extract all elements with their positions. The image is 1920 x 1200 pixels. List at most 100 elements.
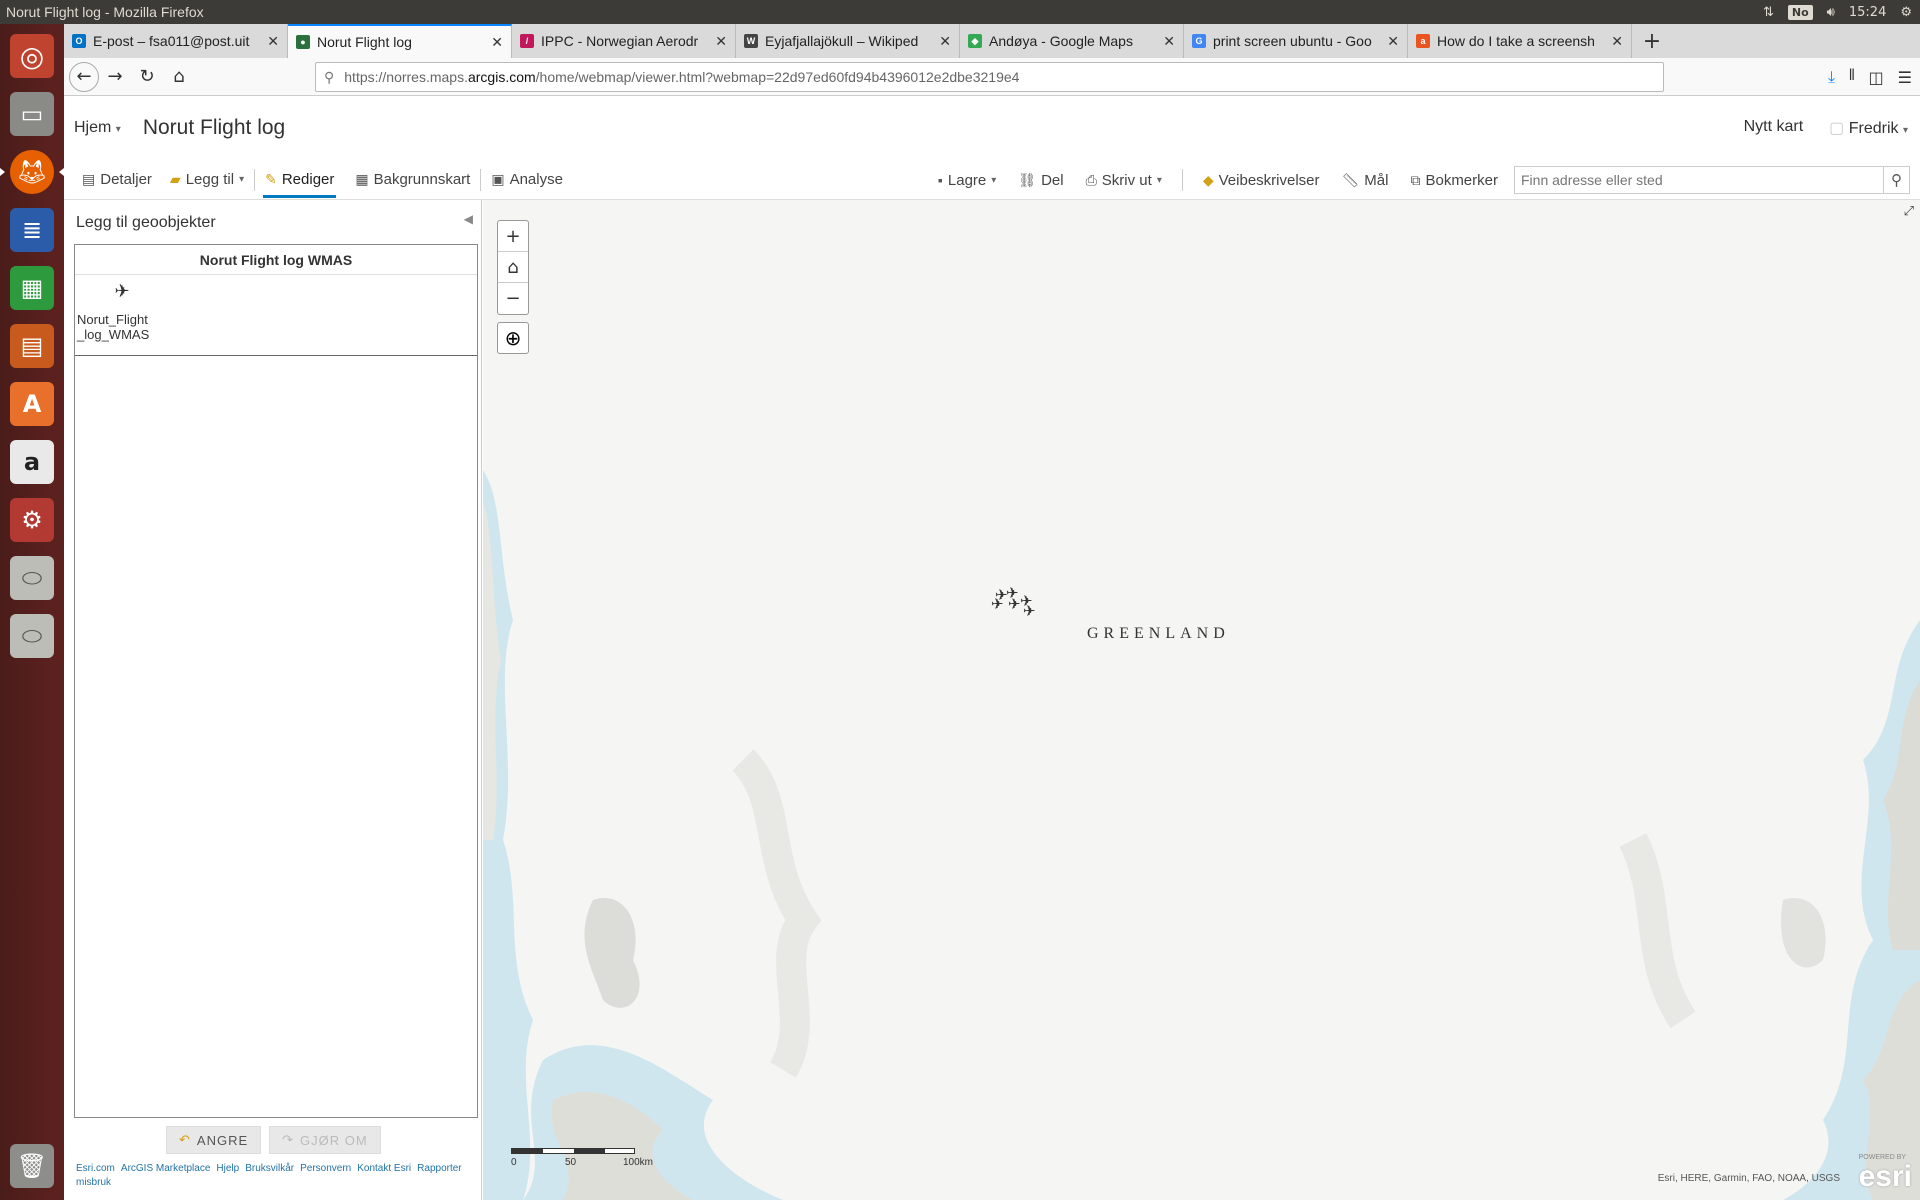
- close-tab-icon[interactable]: ✕: [1611, 33, 1623, 50]
- launcher-dash[interactable]: ◎: [6, 32, 58, 80]
- measure-button[interactable]: 📏︎ Mål: [1336, 160, 1395, 200]
- locate-button[interactable]: ⊕: [497, 322, 529, 354]
- tab-0[interactable]: O E-post – fsa011@post.uit ✕: [64, 24, 288, 58]
- askubuntu-icon: a: [1416, 34, 1430, 48]
- tab-label: Andøya - Google Maps: [989, 33, 1133, 49]
- launcher-firefox[interactable]: 🦊︎: [0, 148, 64, 196]
- expand-icon[interactable]: ⤢: [1904, 204, 1914, 219]
- keyboard-layout-indicator[interactable]: No: [1787, 4, 1813, 20]
- save-button[interactable]: ▪ Lagre ▾: [932, 160, 1002, 200]
- tab-5[interactable]: Gprint screen ubuntu - Goo ✕: [1184, 24, 1408, 58]
- footer-link[interactable]: Bruksvilkår: [245, 1163, 294, 1174]
- launcher-amazon[interactable]: a: [6, 438, 58, 486]
- url-bar[interactable]: ⚲ https://norres.maps. arcgis.com/home/we…: [315, 62, 1664, 92]
- volume-icon[interactable]: 🔊︎: [1827, 5, 1835, 20]
- close-tab-icon[interactable]: ✕: [939, 33, 951, 50]
- user-menu[interactable]: ▢ Fredrik ▾: [1829, 118, 1908, 138]
- reload-button[interactable]: ↻: [131, 61, 163, 93]
- new-map-button[interactable]: Nytt kart: [1744, 118, 1804, 138]
- chevron-down-icon: ▾: [239, 174, 245, 185]
- tab-2[interactable]: / IPPC - Norwegian Aerodr ✕: [512, 24, 736, 58]
- add-button[interactable]: ▰ Legg til ▾: [164, 160, 250, 200]
- zoom-controls: + ⌂ −: [497, 220, 529, 315]
- print-button[interactable]: ⎙ Skriv ut ▾: [1080, 160, 1168, 200]
- details-button[interactable]: ▤ Detaljer: [76, 160, 158, 200]
- wikipedia-icon: W: [744, 34, 758, 48]
- footer-link[interactable]: ArcGIS Marketplace: [121, 1163, 210, 1174]
- launcher-writer[interactable]: ≣: [6, 206, 58, 254]
- arcgis-globe-icon: ●: [296, 35, 310, 49]
- tab-4[interactable]: ◆ Andøya - Google Maps ✕: [960, 24, 1184, 58]
- edit-button[interactable]: ✎ Rediger: [259, 160, 340, 200]
- footer-link[interactable]: Kontakt Esri: [357, 1163, 411, 1174]
- library-icon[interactable]: 𝍪: [1849, 64, 1854, 91]
- zoom-out-button[interactable]: −: [498, 283, 528, 314]
- sidebar-icon[interactable]: ◫: [1869, 68, 1884, 87]
- tab-3[interactable]: W Eyjafjallajökull – Wikiped ✕: [736, 24, 960, 58]
- footer-link[interactable]: Personvern: [300, 1163, 351, 1174]
- network-icon[interactable]: ⇅: [1763, 5, 1774, 20]
- close-tab-icon[interactable]: ✕: [267, 33, 279, 50]
- airplane-feature-icon[interactable]: ✈: [1023, 602, 1036, 620]
- basemap-button[interactable]: ▦ Bakgrunnskart: [349, 160, 476, 200]
- home-menu[interactable]: Hjem ▾: [74, 119, 121, 137]
- search-icon: ⚲: [1891, 172, 1902, 189]
- launcher-system-settings[interactable]: ⚙: [6, 496, 58, 544]
- scale-label-0: 0: [511, 1157, 517, 1168]
- analysis-button[interactable]: ▣ Analyse: [485, 160, 569, 200]
- home-icon: ⌂: [173, 66, 185, 87]
- launcher-files[interactable]: ▭: [6, 90, 58, 138]
- map-title: Norut Flight log: [142, 116, 286, 139]
- forward-arrow-icon: →: [107, 66, 123, 87]
- feature-template-item[interactable]: ✈ Norut_Flight _log_WMAS: [77, 281, 167, 342]
- collapse-panel-icon[interactable]: ◀: [464, 212, 473, 226]
- close-tab-icon[interactable]: ✕: [1387, 33, 1399, 50]
- reload-icon: ↻: [139, 66, 155, 87]
- bookmarks-label: Bokmerker: [1425, 171, 1498, 189]
- hamburger-menu-icon[interactable]: ☰: [1898, 68, 1912, 87]
- browser-nav-bar: ← → ↻ ⌂ ⚲ https://norres.maps. arcgis.com…: [64, 58, 1920, 96]
- downloads-icon[interactable]: ⤓: [1828, 67, 1835, 87]
- redo-label: GJØR OM: [300, 1132, 368, 1148]
- pencil-icon: ✎: [265, 171, 277, 187]
- search-button[interactable]: ⚲: [1883, 167, 1909, 193]
- launcher-calc[interactable]: ▦: [6, 264, 58, 312]
- default-extent-button[interactable]: ⌂: [498, 252, 528, 283]
- tab-1[interactable]: ● Norut Flight log ✕: [288, 24, 512, 58]
- launcher-impress[interactable]: ▤: [6, 322, 58, 370]
- basemap-terrain: [483, 200, 1920, 1200]
- close-tab-icon[interactable]: ✕: [491, 34, 503, 51]
- settings-gear-icon[interactable]: ⚙: [1900, 5, 1912, 20]
- close-tab-icon[interactable]: ✕: [715, 33, 727, 50]
- tab-6[interactable]: a How do I take a screensh ✕: [1408, 24, 1632, 58]
- airplane-feature-icon[interactable]: ✈: [1006, 584, 1019, 602]
- forward-button[interactable]: →: [99, 61, 131, 93]
- new-tab-button[interactable]: +: [1632, 24, 1672, 58]
- launcher-drive-1[interactable]: ⬭: [6, 554, 58, 602]
- back-button[interactable]: ←: [69, 61, 99, 92]
- launcher-software-center[interactable]: A: [6, 380, 58, 428]
- bookmarks-button[interactable]: ⧉ Bokmerker: [1404, 160, 1504, 200]
- undo-button[interactable]: ↶ ANGRE: [166, 1126, 262, 1154]
- add-label: Legg til: [185, 171, 235, 188]
- close-tab-icon[interactable]: ✕: [1163, 33, 1175, 50]
- address-search-input[interactable]: [1515, 167, 1883, 193]
- locate-crosshair-icon: ⊕: [504, 326, 522, 350]
- map-view[interactable]: + ⌂ − ⊕ GREENLAND ✈ ✈ ✈ ✈ ✈ ✈ ⤢ 0 50 100km Es…: [483, 200, 1920, 1200]
- home-button[interactable]: ⌂: [163, 61, 195, 93]
- launcher-drive-2[interactable]: ⬭: [6, 612, 58, 660]
- ubuntu-launcher: ◎ ▭ 🦊︎ ≣ ▦ ▤ A a ⚙ ⬭ ⬭ 🗑︎: [0, 24, 64, 1200]
- airplane-feature-icon[interactable]: ✈: [991, 595, 1004, 613]
- footer-link[interactable]: Hjelp: [216, 1163, 239, 1174]
- directions-button[interactable]: ◆ Veibeskrivelser: [1197, 160, 1326, 200]
- zoom-in-button[interactable]: +: [498, 221, 528, 252]
- system-settings-icon: ⚙: [21, 506, 43, 534]
- footer-link[interactable]: Esri.com: [76, 1163, 115, 1174]
- share-button[interactable]: ⛓ Del: [1012, 160, 1069, 200]
- software-center-icon: A: [22, 390, 42, 418]
- clock[interactable]: 15:24: [1849, 5, 1886, 20]
- esri-logo[interactable]: POWERED BY esri: [1859, 1154, 1912, 1194]
- airplane-symbol-icon: ✈: [114, 281, 130, 301]
- launcher-trash[interactable]: 🗑︎: [6, 1142, 58, 1190]
- redo-button[interactable]: ↷ GJØR OM: [269, 1126, 381, 1154]
